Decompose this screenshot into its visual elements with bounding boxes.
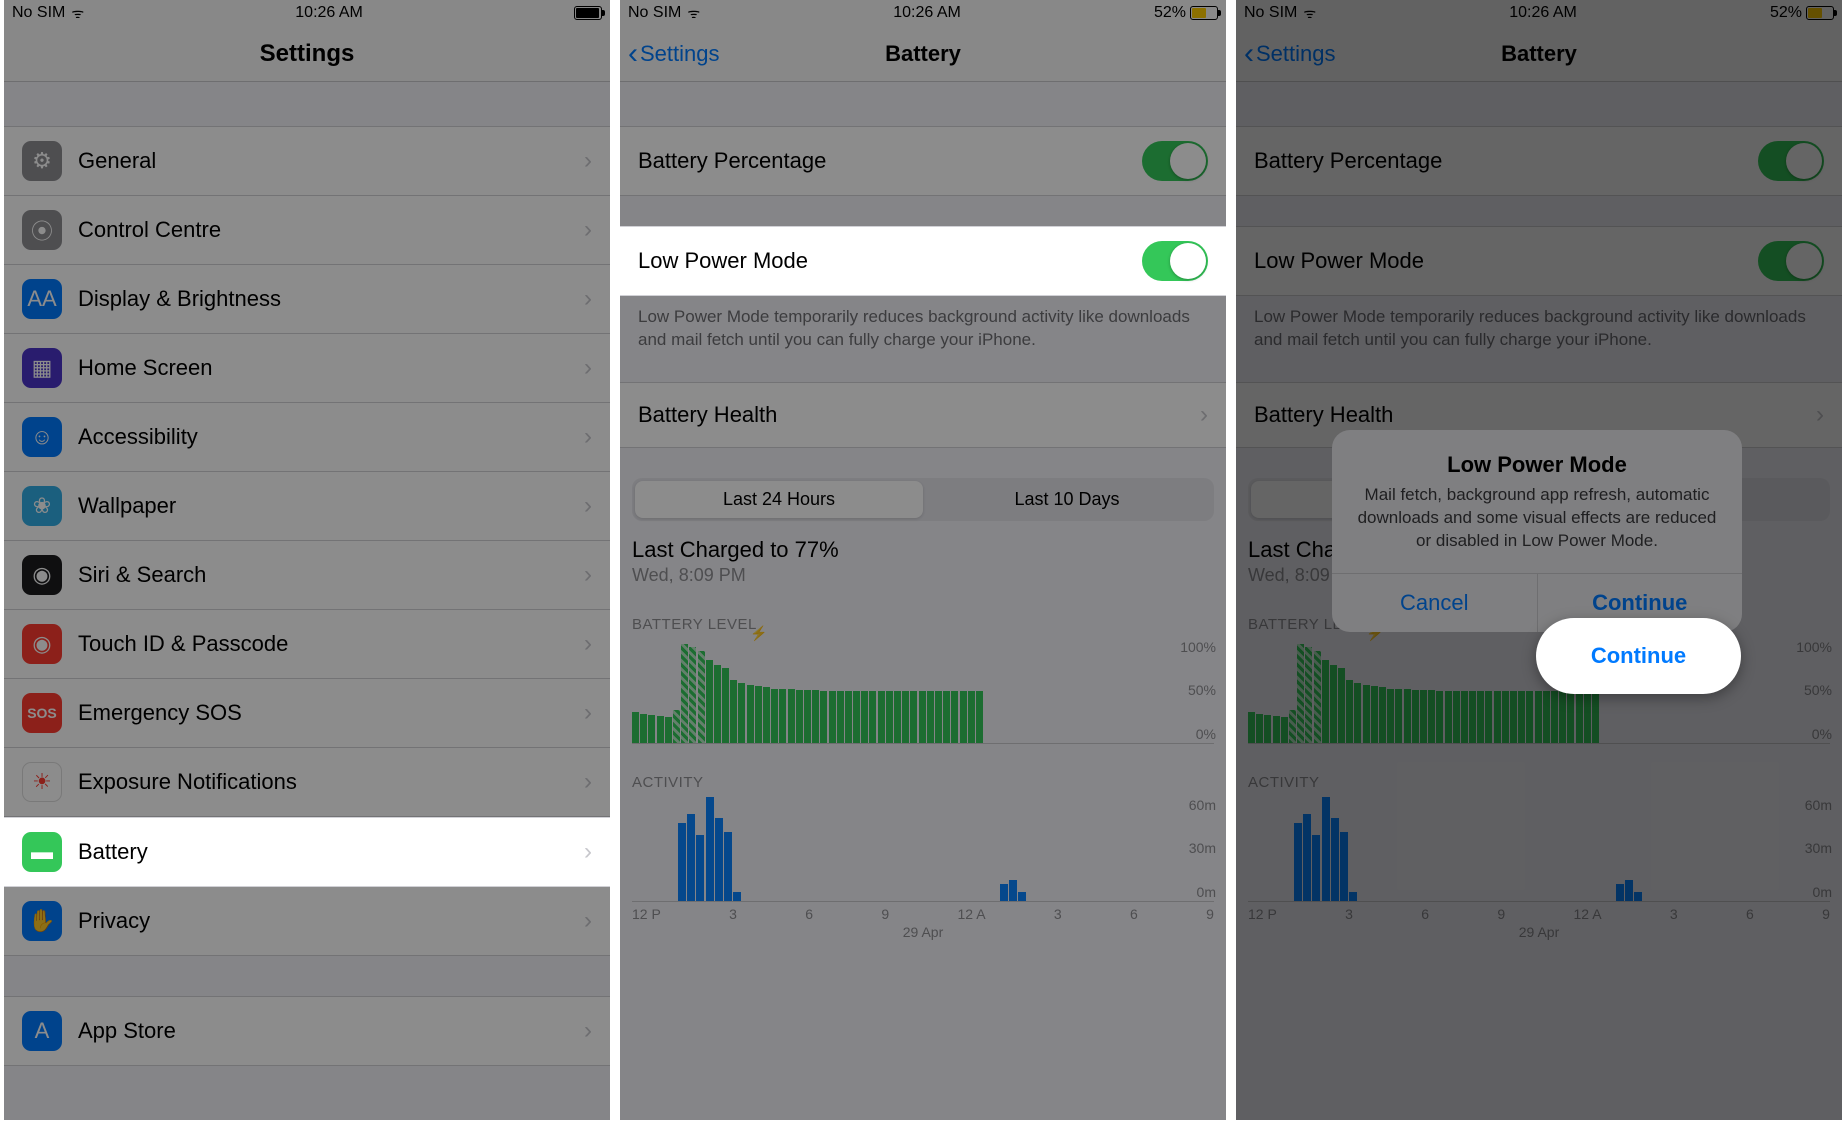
carrier-label: No SIM — [628, 4, 681, 22]
row-battery-percentage[interactable]: Battery Percentage — [620, 126, 1226, 196]
settings-list-2: A App Store › — [4, 996, 610, 1066]
chevron-right-icon: › — [584, 907, 592, 935]
hand-icon: ✋ — [22, 901, 62, 941]
page-title: Settings — [260, 40, 355, 68]
chevron-right-icon: › — [584, 838, 592, 866]
gear-icon: ⚙︎ — [22, 141, 62, 181]
chevron-right-icon: › — [584, 354, 592, 382]
row-battery-health[interactable]: Battery Health › — [620, 382, 1226, 448]
battery-pct-label: 52% — [1154, 4, 1186, 22]
page-title: Battery — [885, 41, 961, 67]
accessibility-icon: ☺ — [22, 417, 62, 457]
time-range-segment: Last 24 Hours Last 10 Days — [620, 448, 1226, 525]
chevron-right-icon: › — [584, 1017, 592, 1045]
row-home-screen[interactable]: ▦ Home Screen › — [4, 334, 610, 403]
carrier-label: No SIM — [12, 4, 65, 22]
alert-cancel-button[interactable]: Cancel — [1332, 574, 1538, 632]
grid-icon: ▦ — [22, 348, 62, 388]
alert-title: Low Power Mode — [1332, 430, 1742, 484]
row-accessibility[interactable]: ☺ Accessibility › — [4, 403, 610, 472]
sos-icon: SOS — [22, 693, 62, 733]
lpm-footer-note: Low Power Mode temporarily reduces backg… — [620, 296, 1226, 352]
row-wallpaper[interactable]: ❀ Wallpaper › — [4, 472, 610, 541]
row-touchid-passcode[interactable]: ◉ Touch ID & Passcode › — [4, 610, 610, 679]
battery-level-chart: ⚡ 100% 50% 0% — [620, 639, 1226, 744]
x-axis-date: 29 Apr — [620, 924, 1226, 940]
battery-icon — [1190, 6, 1218, 20]
battery-health-group: Battery Health › — [620, 382, 1226, 448]
wifi-icon: ᯤ — [687, 4, 700, 23]
activity-label: ACTIVITY — [620, 744, 1226, 793]
siri-icon: ◉ — [22, 555, 62, 595]
row-display-brightness[interactable]: AA Display & Brightness › — [4, 265, 610, 334]
seg-last-24h[interactable]: Last 24 Hours — [635, 481, 923, 518]
screen-2-battery: No SIM ᯤ 10:26 AM 52% ‹ Settings Battery… — [620, 0, 1226, 1120]
last-charged-header: Last Charged to 77% Wed, 8:09 PM — [620, 525, 1226, 586]
nav-header: Settings — [4, 26, 610, 82]
clock-label: 10:26 AM — [893, 4, 961, 22]
chevron-right-icon: › — [584, 216, 592, 244]
activity-chart: 60m 30m 0m — [620, 797, 1226, 902]
row-exposure-notifications[interactable]: ☀ Exposure Notifications › — [4, 748, 610, 817]
row-emergency-sos[interactable]: SOS Emergency SOS › — [4, 679, 610, 748]
virus-icon: ☀ — [22, 762, 62, 802]
alert-message: Mail fetch, background app refresh, auto… — [1332, 484, 1742, 573]
back-button[interactable]: ‹ Settings — [628, 26, 720, 81]
chevron-right-icon: › — [584, 147, 592, 175]
clock-label: 10:26 AM — [295, 4, 363, 22]
battery-icon: ▬ — [22, 832, 62, 872]
row-control-centre[interactable]: ⦿ Control Centre › — [4, 196, 610, 265]
flower-icon: ❀ — [22, 486, 62, 526]
x-axis-ticks: 12 P36912 A369 — [620, 902, 1226, 922]
seg-last-10d[interactable]: Last 10 Days — [923, 481, 1211, 518]
wifi-icon: ᯤ — [71, 4, 84, 23]
row-battery[interactable]: ▬ Battery › — [4, 817, 610, 887]
chevron-right-icon: › — [584, 423, 592, 451]
screen-3-alert: No SIM ᯤ 10:26 AM 52% ‹ Settings Battery… — [1236, 0, 1842, 1120]
chevron-right-icon: › — [584, 699, 592, 727]
appstore-icon: A — [22, 1011, 62, 1051]
toggle-low-power-mode[interactable] — [1142, 241, 1208, 281]
nav-header: ‹ Settings Battery — [620, 26, 1226, 82]
chevron-right-icon: › — [1200, 401, 1208, 429]
row-low-power-mode[interactable]: Low Power Mode — [620, 226, 1226, 296]
chevron-left-icon: ‹ — [628, 39, 638, 69]
status-bar: No SIM ᯤ 10:26 AM — [4, 0, 610, 26]
chevron-right-icon: › — [584, 492, 592, 520]
screen-1-settings: No SIM ᯤ 10:26 AM Settings ⚙︎ General › … — [4, 0, 610, 1120]
chevron-right-icon: › — [584, 630, 592, 658]
battery-icon — [574, 6, 602, 20]
toggles-icon: ⦿ — [22, 210, 62, 250]
settings-list: ⚙︎ General › ⦿ Control Centre › AA Displ… — [4, 126, 610, 956]
chevron-right-icon: › — [584, 768, 592, 796]
row-privacy[interactable]: ✋ Privacy › — [4, 887, 610, 956]
battery-level-label: BATTERY LEVEL — [620, 586, 1226, 635]
lpm-alert: Low Power Mode Mail fetch, background ap… — [1332, 430, 1742, 632]
row-general[interactable]: ⚙︎ General › — [4, 126, 610, 196]
chevron-right-icon: › — [584, 285, 592, 313]
charging-bolt-icon: ⚡ — [750, 625, 767, 642]
continue-highlight[interactable]: Continue — [1536, 618, 1741, 694]
status-bar: No SIM ᯤ 10:26 AM 52% — [620, 0, 1226, 26]
row-siri-search[interactable]: ◉ Siri & Search › — [4, 541, 610, 610]
row-app-store[interactable]: A App Store › — [4, 996, 610, 1066]
toggle-battery-percentage[interactable] — [1142, 141, 1208, 181]
battery-pct-group: Battery Percentage — [620, 126, 1226, 196]
text-size-icon: AA — [22, 279, 62, 319]
fingerprint-icon: ◉ — [22, 624, 62, 664]
chevron-right-icon: › — [584, 561, 592, 589]
